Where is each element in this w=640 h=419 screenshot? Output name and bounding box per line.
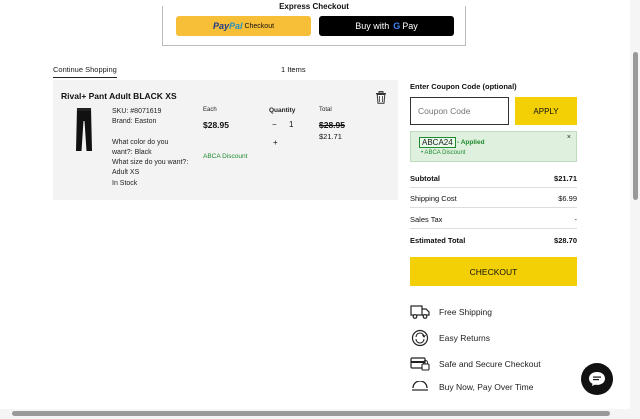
- items-count: 1 Items: [281, 65, 306, 74]
- item-title[interactable]: Rival+ Pant Adult BLACK XS: [61, 91, 177, 101]
- chat-button[interactable]: [581, 363, 613, 395]
- express-checkout-title: Express Checkout: [275, 2, 353, 11]
- truck-icon: [410, 303, 430, 321]
- discounted-total-price: $21.71: [319, 132, 342, 141]
- paypal-checkout-label: Checkout: [244, 22, 275, 30]
- summary-divider: [410, 207, 577, 208]
- subtotal-row: Subtotal $21.71: [410, 174, 577, 183]
- item-color-answer: want?: Black: [112, 148, 152, 156]
- easy-returns-label: Easy Returns: [439, 333, 491, 343]
- shipping-label: Shipping Cost: [410, 194, 457, 203]
- checkout-button[interactable]: CHECKOUT: [410, 257, 577, 286]
- estimated-total-row: Estimated Total $28.70: [410, 236, 577, 245]
- feature-buy-now-pay-later: Buy Now, Pay Over Time: [410, 378, 533, 396]
- remove-coupon-icon[interactable]: ×: [567, 134, 571, 141]
- trash-icon[interactable]: [375, 91, 387, 104]
- cart-item: Rival+ Pant Adult BLACK XS SKU: #8071619…: [53, 80, 398, 200]
- each-header: Each: [203, 107, 217, 113]
- item-size-question: What size do you want?:: [112, 159, 189, 167]
- applied-status: - Applied: [457, 139, 485, 146]
- express-checkout-box: Express Checkout PayPal Checkout Buy wit…: [162, 2, 466, 46]
- tax-value: -: [574, 215, 578, 224]
- secure-checkout-label: Safe and Secure Checkout: [439, 359, 541, 369]
- returns-icon: [410, 329, 430, 347]
- item-details: SKU: #8071619 Brand: Easton What color d…: [112, 107, 188, 189]
- original-total-price: $28.95: [319, 120, 345, 130]
- google-pay-button[interactable]: Buy with G Pay: [319, 16, 454, 36]
- paypal-logo: PayPal: [212, 21, 243, 31]
- applied-coupon-box: ABCA24 - Applied • ABCA Discount ×: [410, 131, 577, 162]
- google-g-icon: G: [393, 21, 401, 31]
- item-brand: Brand: Easton: [112, 118, 157, 126]
- coupon-code-input[interactable]: [410, 97, 509, 125]
- vertical-scrollbar-thumb[interactable]: [633, 52, 638, 200]
- item-discount-label: ABCA Discount: [203, 153, 248, 160]
- each-price: $28.95: [203, 120, 229, 130]
- item-size-answer: Adult XS: [112, 169, 140, 177]
- secure-card-icon: [410, 355, 430, 373]
- applied-discount-name: • ABCA Discount: [421, 150, 466, 156]
- feature-secure-checkout: Safe and Secure Checkout: [410, 355, 541, 373]
- shipping-row: Shipping Cost $6.99: [410, 194, 577, 203]
- continue-shopping-link[interactable]: Continue Shopping: [53, 65, 117, 78]
- product-image[interactable]: [73, 107, 95, 153]
- quantity-decrement-button[interactable]: −: [272, 120, 277, 129]
- item-color-question: What color do you: [112, 138, 169, 146]
- subtotal-value: $21.71: [554, 174, 577, 183]
- quantity-increment-button[interactable]: +: [273, 138, 278, 147]
- feature-easy-returns: Easy Returns: [410, 329, 490, 347]
- applied-coupon-code: ABCA24: [419, 137, 456, 148]
- quantity-value[interactable]: 1: [289, 120, 293, 129]
- cart-page: Express Checkout PayPal Checkout Buy wit…: [0, 0, 640, 419]
- summary-divider: [410, 187, 577, 188]
- buy-now-pay-later-label: Buy Now, Pay Over Time: [439, 382, 534, 392]
- chat-icon: [589, 372, 605, 386]
- affirm-icon: [410, 378, 430, 396]
- subtotal-label: Subtotal: [410, 174, 440, 183]
- tax-row: Sales Tax -: [410, 215, 577, 224]
- item-sku: SKU: #8071619: [112, 108, 162, 115]
- horizontal-scrollbar-thumb[interactable]: [12, 411, 610, 416]
- paypal-checkout-button[interactable]: PayPal Checkout: [176, 16, 311, 36]
- summary-divider: [410, 228, 577, 229]
- quantity-header: Quantity: [269, 107, 296, 114]
- total-header: Total: [319, 107, 332, 113]
- free-shipping-label: Free Shipping: [439, 307, 492, 317]
- apply-coupon-button[interactable]: APPLY: [515, 97, 577, 125]
- shipping-value: $6.99: [558, 194, 577, 203]
- feature-free-shipping: Free Shipping: [410, 303, 492, 321]
- tax-label: Sales Tax: [410, 215, 443, 224]
- estimated-total-value: $28.70: [554, 236, 577, 245]
- estimated-total-label: Estimated Total: [410, 236, 466, 245]
- item-stock-status: In Stock: [112, 179, 138, 187]
- coupon-heading: Enter Coupon Code (optional): [410, 82, 517, 91]
